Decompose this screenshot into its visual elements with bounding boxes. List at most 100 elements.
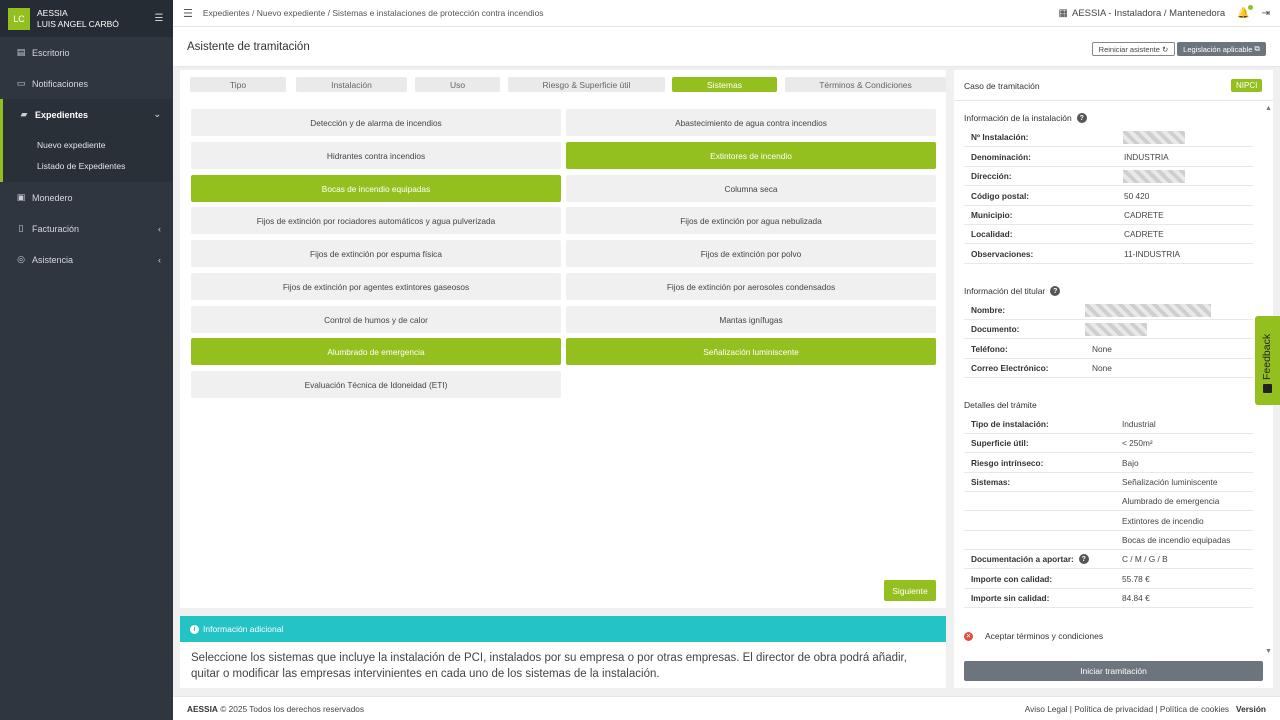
system-option[interactable]: Fijos de extinción por espuma física: [191, 240, 561, 267]
user-name: LUIS ANGEL CARBÓ: [37, 18, 119, 29]
system-option[interactable]: Control de humos y de calor: [191, 306, 561, 333]
row-value: < 250m²: [1122, 438, 1153, 448]
details-row: Importe con calidad: 55.78 €: [964, 570, 1253, 589]
footer-link-cookies[interactable]: Política de cookies: [1160, 704, 1229, 714]
sidebar-nav: ▤ Escritorio ▭ Notificaciones ▰ Expedien…: [0, 37, 173, 275]
company-name[interactable]: AESSIA - Instaladora / Mantenedora: [1072, 8, 1225, 19]
sidebar-item-label: Escritorio: [32, 47, 70, 58]
help-icon[interactable]: ?: [1078, 554, 1089, 564]
system-option[interactable]: Columna seca: [566, 175, 936, 202]
row-label: Código postal:: [971, 191, 1030, 201]
sidebar-subitem-listado-expedientes[interactable]: Listado de Expedientes: [3, 155, 173, 176]
file-icon: ▯: [18, 223, 24, 233]
page-title: Asistente de tramitación: [187, 41, 310, 53]
start-processing-button[interactable]: Iniciar tramitación: [964, 661, 1263, 681]
folder-icon: ▰: [20, 109, 28, 119]
system-option[interactable]: Detección y de alarma de incendios: [191, 109, 561, 136]
system-option[interactable]: Mantas ignífugas: [566, 306, 936, 333]
tab-riesgo[interactable]: Riesgo & Superficie útil: [508, 77, 665, 92]
row-label: Documento:: [971, 324, 1020, 334]
row-value: Señalización luminiscente: [1122, 477, 1218, 487]
system-option[interactable]: Fijos de extinción por agentes extintore…: [191, 273, 561, 300]
row-value: CADRETE: [1124, 229, 1164, 239]
help-icon[interactable]: ?: [1050, 286, 1061, 296]
row-label: Dirección:: [971, 171, 1012, 181]
redacted-value: [1123, 131, 1185, 144]
system-option[interactable]: Abastecimiento de agua contra incendios: [566, 109, 936, 136]
system-option[interactable]: Hidrantes contra incendios: [191, 142, 561, 169]
menu-icon[interactable]: ☰: [183, 7, 193, 20]
system-option[interactable]: Extintores de incendio: [566, 142, 936, 169]
system-option[interactable]: Fijos de extinción por polvo: [566, 240, 936, 267]
tab-uso[interactable]: Uso: [415, 77, 500, 92]
footer-copyright-text: © 2025 Todos los derechos reservados: [220, 704, 365, 714]
installation-title-text: Información de la instalación: [964, 113, 1072, 123]
system-option[interactable]: Fijos de extinción por agua nebulizada: [566, 207, 936, 234]
scroll-down-icon[interactable]: ▼: [1265, 648, 1272, 655]
tab-instalacion[interactable]: Instalación: [296, 77, 407, 92]
holder-row: Documento:: [964, 320, 1253, 339]
legislation-label: Legislación aplicable: [1183, 44, 1253, 54]
info-header: i Información adicional: [180, 616, 946, 642]
sidebar-item-monedero[interactable]: ▣ Monedero: [0, 182, 173, 213]
footer-link-legal[interactable]: Aviso Legal: [1025, 704, 1068, 714]
external-link-icon: ⧉: [1254, 44, 1260, 53]
system-option[interactable]: Fijos de extinción por aerosoles condens…: [566, 273, 936, 300]
details-row: Bocas de incendio equipadas: [964, 531, 1253, 550]
help-icon[interactable]: ?: [1076, 113, 1087, 123]
sidebar-item-escritorio[interactable]: ▤ Escritorio: [0, 37, 173, 68]
bell-icon[interactable]: 🔔: [1237, 4, 1253, 19]
row-value: CADRETE: [1124, 210, 1164, 220]
reset-wizard-button[interactable]: Reiniciar asistente ↻: [1092, 42, 1175, 56]
wallet-icon: ▣: [16, 192, 26, 202]
system-option[interactable]: Evaluación Técnica de Idoneidad (ETI): [191, 371, 561, 398]
holder-title-text: Información del titular: [964, 286, 1046, 296]
chevron-down-icon: ⌄: [153, 109, 161, 119]
sliders-icon[interactable]: ☰: [153, 13, 165, 25]
sidebar-item-label: Expedientes: [35, 109, 89, 120]
case-details-scroll[interactable]: Información de la instalación? Nº Instal…: [954, 103, 1264, 657]
sidebar-subnav: Nuevo expediente Listado de Expedientes: [0, 130, 173, 182]
tab-sistemas[interactable]: Sistemas: [672, 77, 777, 92]
feedback-tab[interactable]: Feedback: [1255, 316, 1280, 405]
details-row: Extintores de incendio: [964, 512, 1253, 531]
row-label: Nombre:: [971, 305, 1006, 315]
row-value: Industrial: [1122, 419, 1156, 429]
legislation-button[interactable]: Legislación aplicable ⧉: [1177, 42, 1266, 56]
building-icon: ▦: [1058, 7, 1068, 19]
details-row: Documentación a aportar:? C / M / G / B: [964, 550, 1253, 569]
installation-row: Denominación: INDUSTRIA: [964, 148, 1253, 167]
user-brand: AESSIA LUIS ANGEL CARBÓ: [37, 8, 153, 30]
sidebar-header: LC AESSIA LUIS ANGEL CARBÓ ☰: [0, 0, 173, 37]
tab-tipo[interactable]: Tipo: [190, 77, 286, 92]
row-label-text: Documentación a aportar:: [971, 554, 1074, 564]
row-value: 11-INDUSTRIA: [1124, 249, 1181, 259]
row-value: Bocas de incendio equipadas: [1122, 535, 1231, 545]
wizard-tabs: Tipo Instalación Uso Riesgo & Superficie…: [190, 77, 946, 92]
row-value: None: [1092, 363, 1112, 373]
system-option[interactable]: Fijos de extinción por rociadores automá…: [191, 207, 561, 234]
logout-icon[interactable]: ⇥: [1262, 8, 1270, 19]
system-option[interactable]: Alumbrado de emergencia: [191, 338, 561, 365]
scroll-up-icon[interactable]: ▲: [1265, 105, 1272, 112]
tab-terminos[interactable]: Términos & Condiciones: [785, 77, 946, 92]
system-option[interactable]: Señalización luminiscente: [566, 338, 936, 365]
sidebar-item-notificaciones[interactable]: ▭ Notificaciones: [0, 68, 173, 99]
avatar[interactable]: LC: [8, 7, 30, 30]
sidebar-subitem-nuevo-expediente[interactable]: Nuevo expediente: [3, 134, 173, 155]
next-button[interactable]: Siguiente: [884, 580, 936, 601]
footer-link-privacy[interactable]: Política de privacidad: [1074, 704, 1153, 714]
breadcrumb: Expedientes / Nuevo expediente / Sistema…: [202, 8, 544, 18]
sidebar-item-facturacion[interactable]: ▯ Facturación ‹: [0, 213, 173, 244]
row-value: C / M / G / B: [1122, 554, 1168, 564]
row-value: 84.84 €: [1122, 593, 1150, 603]
holder-row: Teléfono: None: [964, 340, 1253, 359]
holder-row: Nombre:: [964, 301, 1253, 320]
sidebar-item-asistencia[interactable]: ◎ Asistencia ‹: [0, 244, 173, 275]
details-section-title: Detalles del trámite: [964, 400, 1037, 410]
system-option[interactable]: Bocas de incendio equipadas: [191, 175, 561, 202]
sidebar-item-expedientes[interactable]: ▰ Expedientes ⌄: [0, 99, 173, 130]
inbox-icon: ▭: [16, 78, 26, 88]
footer-brand: AESSIA: [187, 704, 218, 714]
sidebar-item-label: Notificaciones: [32, 78, 89, 89]
